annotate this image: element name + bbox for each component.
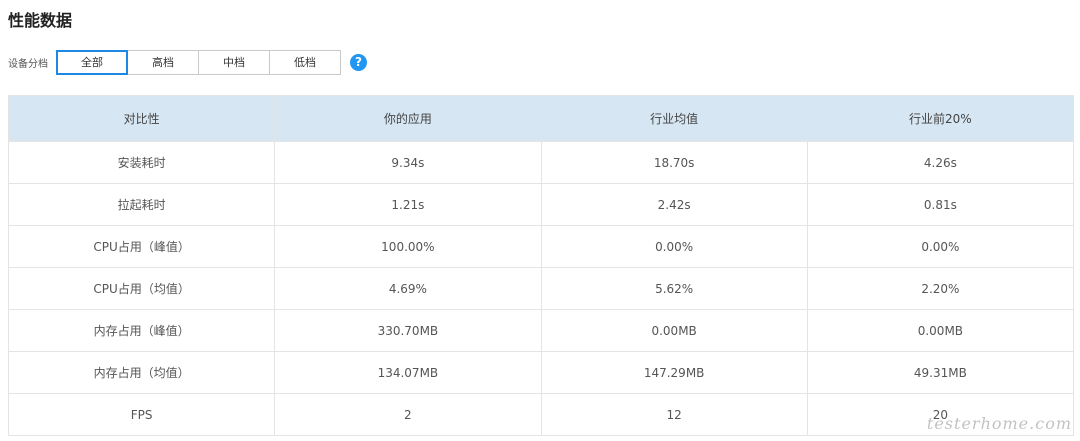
table-row: 安装耗时 9.34s 18.70s 4.26s [7, 141, 1075, 184]
industry-avg-value: 0.00MB [540, 309, 808, 352]
device-tier-filter: 设备分档 全部 高档 中档 低档 ? [8, 48, 367, 76]
metric-name: FPS [7, 393, 276, 436]
filter-label: 设备分档 [8, 58, 48, 70]
industry-top20-value: 0.00MB [806, 309, 1075, 352]
header-industry-avg: 行业均值 [540, 95, 808, 142]
metric-name: CPU占用（均值） [7, 267, 276, 310]
metric-name: 内存占用（均值） [7, 351, 276, 394]
industry-top20-value: 49.31MB [806, 351, 1075, 394]
industry-avg-value: 12 [540, 393, 808, 436]
help-icon[interactable]: ? [350, 53, 367, 71]
industry-top20-value: 0.00% [806, 225, 1075, 268]
page-title: 性能数据 [8, 11, 73, 30]
industry-avg-value: 18.70s [540, 141, 808, 184]
app-value: 1.21s [274, 183, 542, 226]
app-value: 330.70MB [274, 309, 542, 352]
watermark: testerhome.com [926, 414, 1072, 433]
industry-top20-value: 2.20% [806, 267, 1075, 310]
app-value: 100.00% [274, 225, 542, 268]
tier-segmented-control: 全部 高档 中档 低档 [56, 49, 341, 75]
table-row: 拉起耗时 1.21s 2.42s 0.81s [7, 183, 1075, 226]
table-row: FPS 2 12 20 [7, 393, 1075, 436]
tier-high-button[interactable]: 高档 [127, 49, 199, 75]
app-value: 4.69% [274, 267, 542, 310]
industry-top20-value: 0.81s [806, 183, 1075, 226]
metric-name: 内存占用（峰值） [7, 309, 276, 352]
table-row: CPU占用（峰值） 100.00% 0.00% 0.00% [7, 225, 1075, 268]
tier-all-button[interactable]: 全部 [56, 49, 128, 75]
table-row: CPU占用（均值） 4.69% 5.62% 2.20% [7, 267, 1075, 310]
tier-mid-button[interactable]: 中档 [198, 49, 270, 75]
app-value: 134.07MB [274, 351, 542, 394]
app-value: 2 [274, 393, 542, 436]
table-header-row: 对比性 你的应用 行业均值 行业前20% [7, 95, 1075, 142]
header-industry-top20: 行业前20% [806, 95, 1075, 142]
tier-low-button[interactable]: 低档 [269, 49, 341, 75]
table-row: 内存占用（峰值） 330.70MB 0.00MB 0.00MB [7, 309, 1075, 352]
app-value: 9.34s [274, 141, 542, 184]
header-your-app: 你的应用 [274, 95, 542, 142]
metric-name: 拉起耗时 [7, 183, 276, 226]
table-row: 内存占用（均值） 134.07MB 147.29MB 49.31MB [7, 351, 1075, 394]
industry-avg-value: 147.29MB [540, 351, 808, 394]
industry-avg-value: 0.00% [540, 225, 808, 268]
industry-avg-value: 5.62% [540, 267, 808, 310]
performance-table: 对比性 你的应用 行业均值 行业前20% 安装耗时 9.34s 18.70s 4… [7, 95, 1075, 436]
metric-name: CPU占用（峰值） [7, 225, 276, 268]
header-metric: 对比性 [7, 95, 276, 142]
industry-top20-value: 4.26s [806, 141, 1075, 184]
metric-name: 安装耗时 [7, 141, 276, 184]
industry-avg-value: 2.42s [540, 183, 808, 226]
